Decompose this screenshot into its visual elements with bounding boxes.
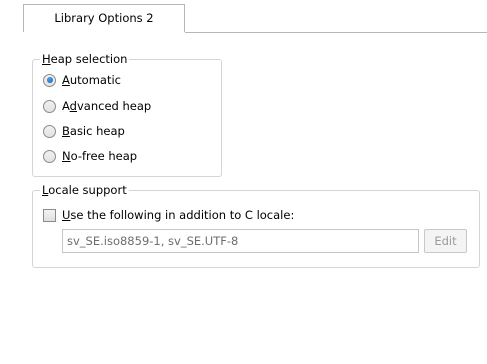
edit-button[interactable]: Edit bbox=[424, 229, 467, 253]
use-additional-locales-checkbox[interactable]: Use the following in addition to C local… bbox=[43, 207, 294, 223]
locale-support-group: Locale support Use the following in addi… bbox=[32, 183, 480, 268]
heap-selection-legend: Heap selection bbox=[40, 52, 130, 67]
tab-strip-border bbox=[185, 32, 487, 33]
use-additional-locales-label: Use the following in addition to C local… bbox=[62, 208, 295, 222]
checkbox-icon[interactable] bbox=[43, 208, 56, 222]
locale-list-input[interactable]: sv_SE.iso8859-1, sv_SE.UTF-8 bbox=[62, 229, 419, 253]
radio-automatic[interactable]: Automatic bbox=[43, 72, 121, 88]
heap-selection-group: Heap selection Automatic Advanced heap B… bbox=[32, 52, 222, 177]
radio-button-icon[interactable] bbox=[43, 99, 56, 113]
locale-support-legend: Locale support bbox=[40, 183, 129, 198]
radio-button-icon[interactable] bbox=[43, 149, 56, 163]
radio-button-icon[interactable] bbox=[43, 73, 56, 87]
tab-label: Library Options 2 bbox=[54, 11, 154, 25]
radio-basic-heap-label: Basic heap bbox=[62, 124, 125, 138]
radio-advanced-heap[interactable]: Advanced heap bbox=[43, 98, 151, 114]
radio-automatic-label: Automatic bbox=[62, 73, 121, 87]
radio-no-free-heap[interactable]: No-free heap bbox=[43, 148, 137, 164]
tab-library-options-2[interactable]: Library Options 2 bbox=[23, 4, 185, 32]
radio-advanced-heap-label: Advanced heap bbox=[62, 99, 152, 113]
radio-basic-heap[interactable]: Basic heap bbox=[43, 123, 125, 139]
radio-button-icon[interactable] bbox=[43, 124, 56, 138]
radio-no-free-heap-label: No-free heap bbox=[62, 149, 138, 163]
